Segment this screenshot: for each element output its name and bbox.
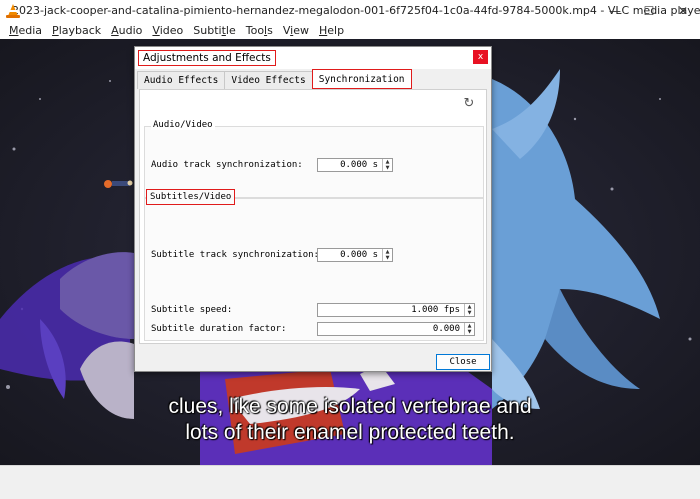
subtitle-track-sync-spinbox[interactable]: 0.000 s ▲ ▼ [317, 248, 393, 262]
subtitle-speed-spinbox[interactable]: 1.000 fps ▲ ▼ [317, 303, 475, 317]
subtitle-speed-label: Subtitle speed: [151, 305, 233, 315]
subtitle-duration-label: Subtitle duration factor: [151, 324, 287, 334]
synchronization-panel: ↻ Audio/Video Audio track synchronizatio… [139, 89, 487, 344]
audio-track-sync-value: 0.000 s [340, 160, 378, 170]
subtitle-line-1: clues, like some isolated vertebrae and [168, 395, 532, 418]
controls-bar [0, 465, 700, 499]
close-button[interactable]: Close [436, 354, 490, 370]
window-close-button[interactable]: ✕ [666, 0, 700, 21]
dialog-tabs: Audio Effects Video Effects Synchronizat… [137, 69, 412, 89]
window-controls: — ☐ ✕ [598, 0, 700, 21]
menu-subtitle[interactable]: Subtitle [188, 24, 240, 37]
menu-view[interactable]: View [278, 24, 314, 37]
window-title: 2023-jack-cooper-and-catalina-pimiento-h… [12, 4, 700, 17]
menu-video[interactable]: Video [147, 24, 188, 37]
audio-track-sync-label: Audio track synchronization: [151, 160, 303, 170]
adjustments-effects-dialog: Adjustments and Effects x Audio Effects … [134, 46, 492, 372]
menu-playback[interactable]: Playback [47, 24, 106, 37]
subtitles-video-group: Subtitles/Video Subtitle track synchroni… [144, 189, 484, 341]
menu-tools[interactable]: Tools [241, 24, 278, 37]
audio-video-group: Audio/Video Audio track synchronization:… [144, 120, 484, 198]
subtitle-track-sync-value: 0.000 s [340, 250, 378, 260]
menu-audio[interactable]: Audio [106, 24, 147, 37]
subtitle-duration-spinbox[interactable]: 0.000 ▲ ▼ [317, 322, 475, 336]
spin-arrows-icon[interactable]: ▲ ▼ [382, 249, 392, 261]
subtitle-duration-value: 0.000 [432, 324, 460, 334]
subtitles-video-group-title: Subtitles/Video [146, 189, 236, 205]
maximize-button[interactable]: ☐ [632, 0, 666, 21]
menu-help[interactable]: Help [314, 24, 349, 37]
tab-audio-effects[interactable]: Audio Effects [137, 71, 226, 89]
subtitle-speed-value: 1.000 fps [411, 305, 460, 315]
dialog-title: Adjustments and Effects [138, 50, 276, 66]
dialog-close-icon[interactable]: x [473, 50, 488, 64]
minimize-button[interactable]: — [598, 0, 632, 21]
audio-track-sync-spinbox[interactable]: 0.000 s ▲ ▼ [317, 158, 393, 172]
subtitle-track-sync-label: Subtitle track synchronization: [151, 250, 319, 260]
dialog-titlebar: Adjustments and Effects x [135, 47, 491, 69]
spin-arrows-icon[interactable]: ▲ ▼ [464, 323, 474, 335]
menu-media[interactable]: Media [4, 24, 47, 37]
tab-synchronization[interactable]: Synchronization [311, 69, 412, 89]
spin-arrows-icon[interactable]: ▲ ▼ [382, 159, 392, 171]
tab-video-effects[interactable]: Video Effects [224, 71, 313, 89]
window-titlebar: 2023-jack-cooper-and-catalina-pimiento-h… [0, 0, 700, 21]
spin-arrows-icon[interactable]: ▲ ▼ [464, 304, 474, 316]
subtitle-line-2: lots of their enamel protected teeth. [185, 421, 515, 444]
audio-video-group-title: Audio/Video [151, 120, 215, 130]
reset-refresh-icon[interactable]: ↻ [462, 96, 476, 111]
menubar: Media Playback Audio Video Subtitle Tool… [0, 21, 700, 39]
